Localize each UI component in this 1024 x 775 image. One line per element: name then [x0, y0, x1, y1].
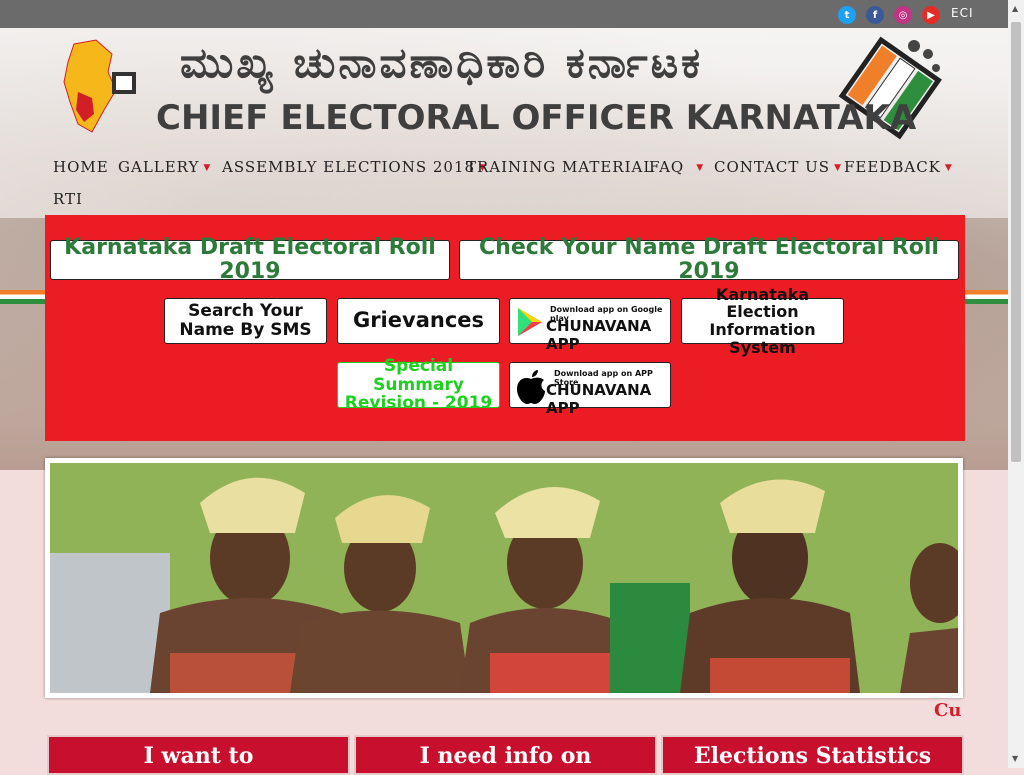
ssr-line-1: Special Summary: [373, 355, 464, 395]
card-i-want-to[interactable]: I want to: [47, 735, 350, 775]
keis-line-2: Information System: [709, 320, 816, 357]
nav-label: RTI: [53, 190, 83, 208]
ssr-line-2: Revision - 2019: [344, 393, 493, 414]
nav-label: HOME: [53, 158, 109, 176]
nav-assembly-elections-2018[interactable]: ASSEMBLY ELECTIONS 2018 ▼: [222, 158, 487, 176]
card-title: I want to: [143, 743, 254, 769]
nav-contact-us[interactable]: CONTACT US ▼: [714, 158, 842, 176]
caret-down-icon: ▼: [944, 163, 953, 173]
check-name-electoral-roll-button[interactable]: Check Your Name Draft Electoral Roll 201…: [459, 235, 959, 284]
card-title: I need info on: [419, 743, 592, 769]
top-social-bar: t f ◎ ▶ ECI: [0, 0, 1008, 28]
nav-feedback[interactable]: FEEDBACK ▼: [844, 158, 953, 176]
special-summary-revision-button[interactable]: Special Summary Revision - 2019: [337, 357, 500, 413]
tricolor-ribbon-left: [0, 290, 45, 304]
instagram-icon[interactable]: ◎: [894, 6, 912, 24]
nav-label: CONTACT US: [714, 158, 831, 176]
nav-label: TRAINING MATERIAL: [466, 158, 655, 176]
karnataka-election-information-system-button[interactable]: Karnataka Election Information System: [681, 285, 844, 356]
scroll-up-icon[interactable]: ▲: [1012, 4, 1018, 13]
eci-link[interactable]: ECI: [951, 6, 974, 20]
nav-label: FEEDBACK: [844, 158, 941, 176]
banner-illustration: [50, 463, 958, 693]
google-play-chunavana-app-button[interactable]: Download app on Google play CHUNAVANA AP…: [509, 298, 671, 353]
twitter-icon[interactable]: t: [838, 6, 856, 24]
apple-icon: [517, 370, 545, 404]
nav-training-material[interactable]: TRAINING MATERIAL: [466, 158, 654, 176]
caret-down-icon: ▼: [696, 163, 705, 173]
google-play-big-text: CHUNAVANA APP: [546, 317, 652, 353]
page-title-kannada: ಮುಖ್ಯ ಚುನಾವಣಾಧಿಕಾರಿ ಕರ್ನಾಟಕ: [180, 38, 704, 87]
sms-line-2: Name By SMS: [179, 320, 312, 340]
scrolling-announcement[interactable]: Cu: [934, 700, 961, 721]
search-name-by-sms-button[interactable]: Search Your Name By SMS: [164, 298, 327, 344]
nav-label: FAQ: [649, 158, 685, 176]
quick-links-panel: Karnataka Draft Electoral Roll 2019 Chec…: [45, 215, 965, 441]
facebook-icon[interactable]: f: [866, 6, 884, 24]
scroll-down-icon[interactable]: ▼: [1012, 754, 1018, 763]
draft-electoral-roll-button[interactable]: Karnataka Draft Electoral Roll 2019: [50, 235, 450, 284]
app-store-big-text: CHUNAVANA APP: [546, 381, 652, 417]
page-scrollbar[interactable]: ▲ ▼: [1008, 0, 1024, 768]
scrollbar-thumb[interactable]: [1011, 22, 1021, 462]
grievances-button[interactable]: Grievances: [337, 298, 500, 344]
caret-down-icon: ▼: [203, 163, 212, 173]
youtube-icon[interactable]: ▶: [922, 6, 940, 24]
google-play-icon: [518, 308, 542, 336]
nav-home[interactable]: HOME: [53, 158, 109, 176]
card-title: Elections Statistics: [693, 743, 932, 769]
nav-gallery[interactable]: GALLERY ▼: [118, 158, 211, 176]
banner-frame: [45, 458, 963, 698]
app-store-chunavana-app-button[interactable]: Download app on APP Store CHUNAVANA APP: [509, 362, 671, 417]
nav-faq[interactable]: FAQ ▼: [649, 158, 704, 176]
nav-label: GALLERY: [118, 158, 200, 176]
voters-banner-image[interactable]: [50, 463, 958, 693]
card-i-need-info-on[interactable]: I need info on: [354, 735, 657, 775]
page-title-english: CHIEF ELECTORAL OFFICER KARNATAKA: [156, 98, 917, 138]
keis-line-1: Karnataka Election: [715, 284, 810, 322]
caret-down-icon: ▼: [834, 163, 843, 173]
lok-sabha-elections-logo[interactable]: [34, 32, 144, 152]
card-elections-statistics[interactable]: Elections Statistics: [661, 735, 964, 775]
nav-label: ASSEMBLY ELECTIONS 2018: [222, 158, 476, 176]
nav-rti[interactable]: RTI: [53, 190, 83, 208]
sms-line-1: Search Your: [188, 301, 303, 322]
tricolor-ribbon-right: [965, 290, 1008, 304]
